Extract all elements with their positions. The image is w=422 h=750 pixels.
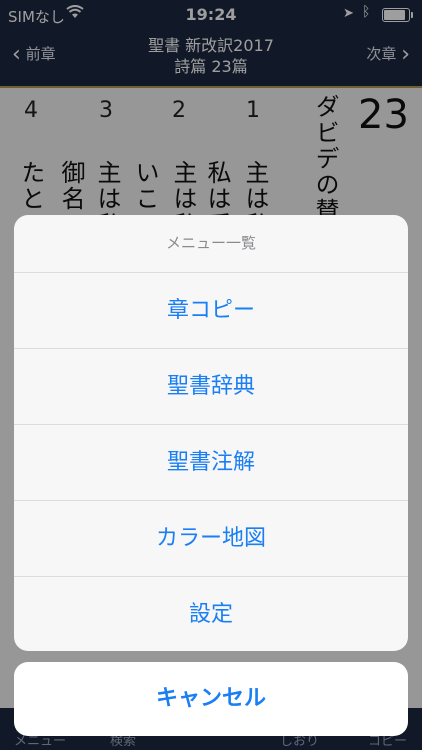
settings-button[interactable]: 設定 [14, 577, 408, 651]
action-sheet-title: メニュー一覧 [14, 215, 408, 273]
cancel-button[interactable]: キャンセル [14, 662, 408, 736]
bible-dictionary-button[interactable]: 聖書辞典 [14, 349, 408, 425]
action-sheet: メニュー一覧 章コピー 聖書辞典 聖書注解 カラー地図 設定 [14, 215, 408, 651]
copy-chapter-button[interactable]: 章コピー [14, 273, 408, 349]
color-map-button[interactable]: カラー地図 [14, 501, 408, 577]
bible-commentary-button[interactable]: 聖書注解 [14, 425, 408, 501]
